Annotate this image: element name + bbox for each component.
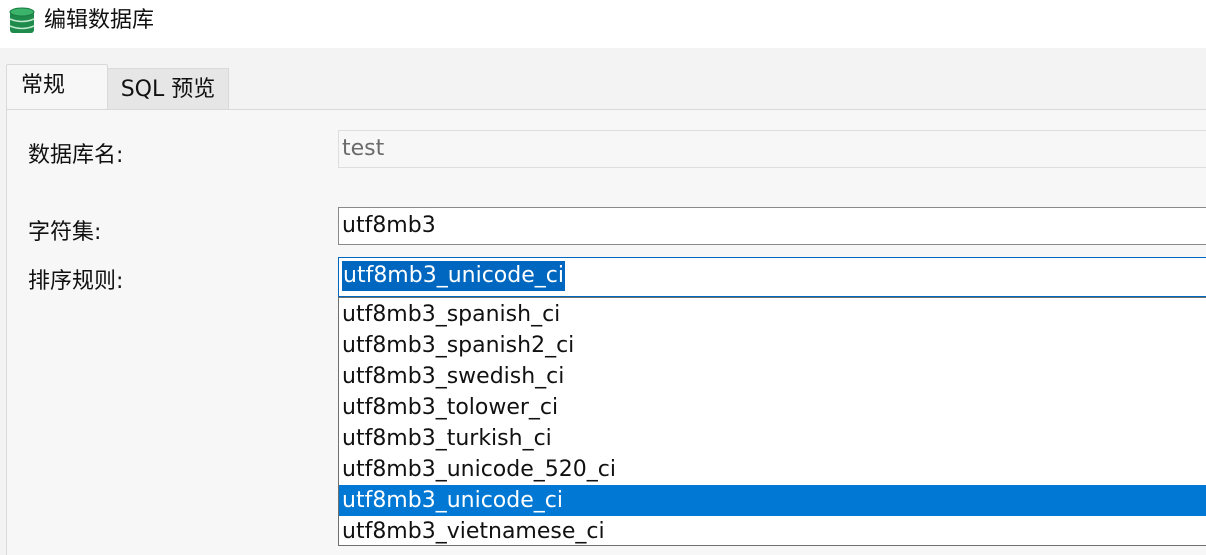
- tab-strip: 常规 SQL 预览: [0, 48, 1206, 110]
- collation-option[interactable]: utf8mb3_unicode_520_ci: [339, 454, 1206, 485]
- charset-select[interactable]: utf8mb3: [338, 207, 1206, 245]
- charset-label: 字符集:: [28, 220, 102, 245]
- title-bar: 编辑数据库: [0, 0, 1206, 48]
- collation-option[interactable]: utf8mb3_swedish_ci: [339, 361, 1206, 392]
- collation-select[interactable]: utf8mb3_unicode_ci: [338, 257, 1206, 297]
- dbname-label: 数据库名:: [28, 143, 124, 168]
- tab-sql-preview[interactable]: SQL 预览: [108, 68, 229, 110]
- database-icon: [9, 7, 35, 33]
- collation-option[interactable]: utf8mb3_vietnamese_ci: [339, 516, 1206, 547]
- tab-general[interactable]: 常规: [6, 64, 108, 110]
- collation-option[interactable]: utf8mb3_unicode_ci: [339, 485, 1206, 516]
- collation-label: 排序规则:: [28, 269, 124, 294]
- collation-selected-text: utf8mb3_unicode_ci: [342, 261, 565, 291]
- collation-option[interactable]: utf8mb3_spanish_ci: [339, 299, 1206, 330]
- collation-dropdown-list[interactable]: utf8mb3_spanish_ci utf8mb3_spanish2_ci utf…: [338, 297, 1206, 546]
- window-title: 编辑数据库: [44, 8, 155, 33]
- collation-option[interactable]: utf8mb3_spanish2_ci: [339, 330, 1206, 361]
- collation-option[interactable]: utf8mb3_turkish_ci: [339, 423, 1206, 454]
- dbname-field[interactable]: test: [338, 130, 1206, 168]
- collation-option[interactable]: utf8mb3_tolower_ci: [339, 392, 1206, 423]
